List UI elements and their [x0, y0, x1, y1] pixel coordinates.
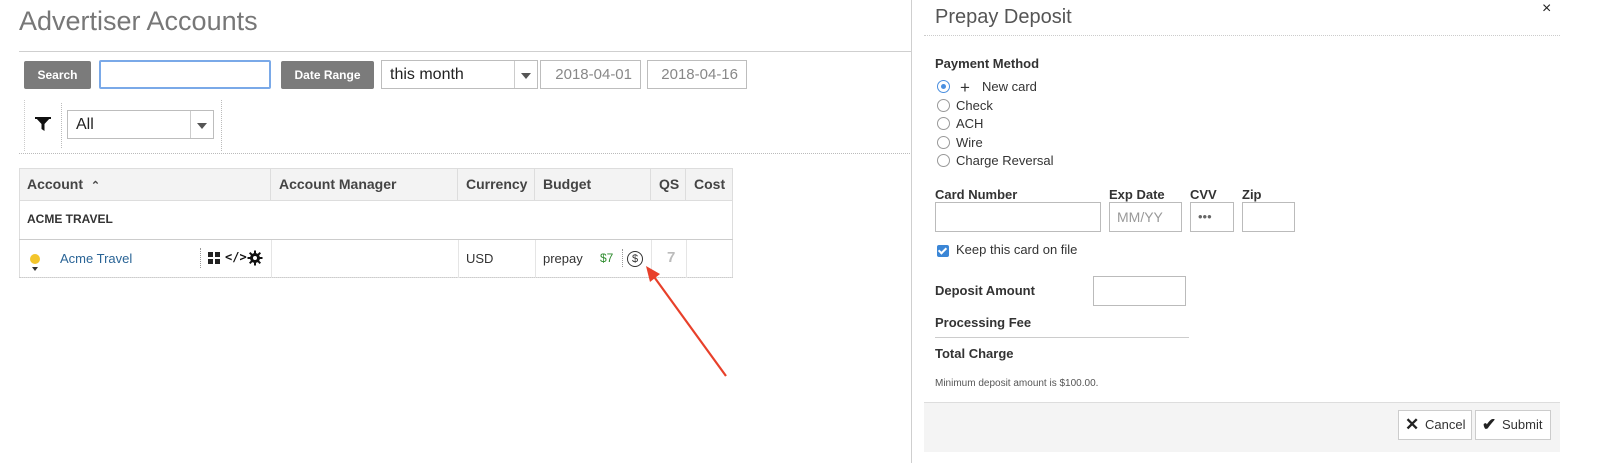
date-end-field[interactable]: 2018-04-16 [647, 60, 747, 89]
processing-fee-label: Processing Fee [935, 315, 1032, 330]
submit-label: Submit [1502, 417, 1543, 432]
minimum-deposit-hint: Minimum deposit amount is $100.00. [935, 378, 1099, 389]
close-icon: ✕ [1405, 415, 1420, 434]
cell-divider [271, 240, 272, 278]
radio-label-new-card[interactable]: New card [982, 79, 1037, 94]
gear-icon[interactable] [247, 250, 263, 266]
fee-divider [935, 337, 1189, 338]
date-range-button[interactable]: Date Range [281, 61, 374, 89]
cvv-label: CVV [1190, 187, 1217, 202]
column-header-account[interactable]: Account ⌃ [19, 168, 271, 201]
filter-select-value: All [76, 116, 94, 133]
budget-divider [622, 249, 623, 267]
column-header-account-manager[interactable]: Account Manager [271, 168, 458, 201]
radio-check[interactable] [937, 99, 950, 112]
search-button[interactable]: Search [24, 61, 91, 89]
date-start-field[interactable]: 2018-04-01 [540, 60, 641, 89]
keep-card-label[interactable]: Keep this card on file [956, 242, 1077, 257]
cancel-label: Cancel [1425, 417, 1466, 432]
radio-label-charge-reversal[interactable]: Charge Reversal [956, 153, 1054, 168]
currency-cell: USD [466, 251, 494, 266]
chevron-down-icon [190, 111, 213, 138]
plus-icon: + [960, 78, 970, 97]
budget-type: prepay [543, 251, 583, 266]
group-row [19, 201, 733, 240]
cell-divider [458, 240, 459, 278]
search-input[interactable] [99, 60, 271, 89]
radio-label-ach[interactable]: ACH [956, 116, 983, 131]
filter-divider [61, 103, 62, 148]
range-select[interactable]: this month [381, 60, 538, 89]
keep-card-checkbox[interactable] [937, 245, 949, 257]
filter-select[interactable]: All [67, 110, 214, 139]
radio-wire[interactable] [937, 136, 950, 149]
card-number-field[interactable] [935, 202, 1101, 232]
close-icon[interactable]: × [1542, 0, 1551, 18]
column-header-budget[interactable]: Budget [535, 168, 651, 201]
deposit-amount-label: Deposit Amount [935, 283, 1035, 298]
radio-ach[interactable] [937, 117, 950, 130]
card-number-label: Card Number [935, 187, 1018, 202]
deposit-amount-field[interactable] [1093, 276, 1186, 306]
grid-icon[interactable] [208, 252, 220, 264]
column-header-cost[interactable]: Cost [686, 168, 733, 201]
exp-date-field[interactable]: MM/YY [1109, 202, 1182, 232]
exp-date-label: Exp Date [1109, 187, 1165, 202]
sort-ascending-icon: ⌃ [90, 180, 101, 192]
account-link[interactable]: Acme Travel [60, 251, 132, 266]
cancel-button[interactable]: ✕ Cancel [1398, 410, 1472, 440]
range-select-value: this month [390, 66, 464, 83]
page-title: Advertiser Accounts [19, 6, 258, 36]
payment-method-label: Payment Method [935, 56, 1040, 71]
drawer-title: Prepay Deposit [935, 6, 1072, 28]
radio-charge-reversal[interactable] [937, 154, 950, 167]
group-label: ACME TRAVEL [27, 212, 113, 226]
column-header-qs[interactable]: QS [651, 168, 686, 201]
chevron-down-icon[interactable] [32, 267, 38, 271]
cell-divider [535, 240, 536, 278]
annotation-arrow [646, 266, 727, 377]
radio-label-check[interactable]: Check [956, 98, 993, 113]
zip-field[interactable] [1242, 202, 1295, 232]
budget-value: $7 [600, 251, 614, 265]
status-bulb-icon[interactable] [30, 254, 40, 264]
cvv-field[interactable]: ••• [1190, 202, 1234, 232]
zip-label: Zip [1242, 187, 1262, 202]
radio-new-card[interactable] [937, 80, 950, 93]
drawer-divider [924, 35, 1560, 36]
check-icon: ✔ [1482, 415, 1497, 434]
code-icon[interactable]: </> [225, 250, 247, 264]
radio-label-wire[interactable]: Wire [956, 135, 983, 150]
total-charge-label: Total Charge [935, 346, 1014, 361]
chevron-down-icon [514, 61, 537, 88]
column-header-currency[interactable]: Currency [458, 168, 535, 201]
filter-icon[interactable] [33, 114, 53, 134]
submit-button[interactable]: ✔ Submit [1475, 410, 1551, 440]
column-header-label: Account [27, 176, 83, 192]
icon-divider [200, 248, 201, 268]
